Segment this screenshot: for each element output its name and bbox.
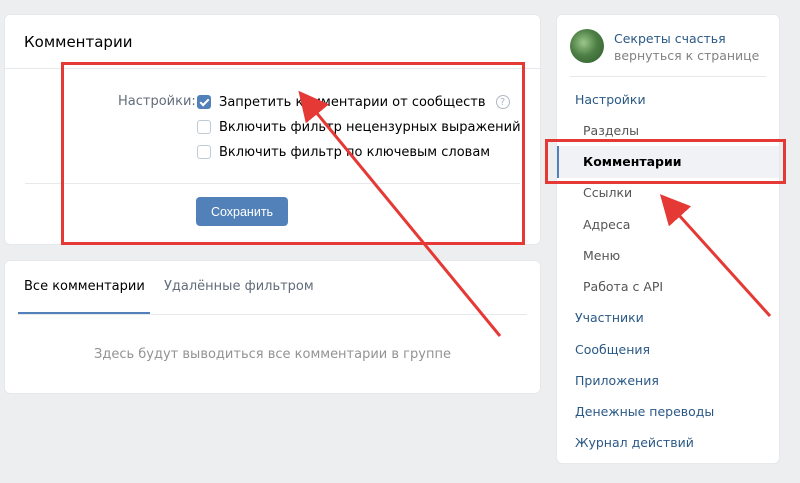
annotation-arrows	[298, 90, 772, 337]
arrow-to-settings	[298, 90, 502, 337]
arrow-to-comments-item	[659, 194, 772, 318]
